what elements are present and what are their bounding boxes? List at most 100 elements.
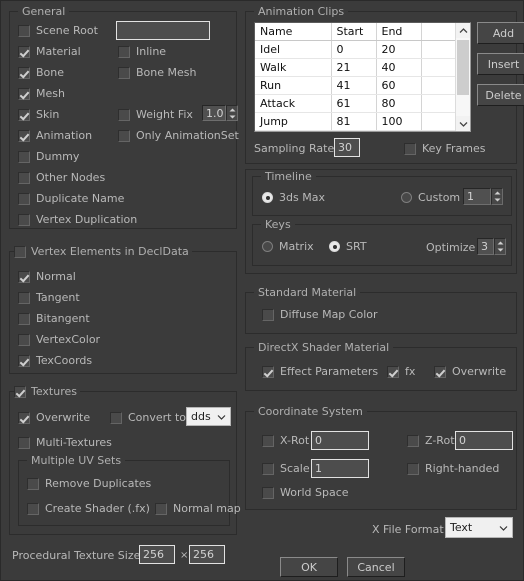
animation-clips-table[interactable]: Name Start End Idel 0 20 Walk 21 40 Run … (254, 22, 471, 132)
table-row[interactable]: Walk 21 40 (255, 58, 455, 77)
column-header-name[interactable]: Name (255, 23, 332, 41)
dimension-separator: × (180, 550, 189, 561)
checkbox-box (155, 502, 167, 515)
cell-end: 80 (376, 94, 422, 113)
animation-clips-group-title: Animation Clips (254, 5, 349, 18)
checkbox-key-frames[interactable]: Key Frames (404, 142, 485, 155)
checkbox-texcoords[interactable]: TexCoords (18, 354, 92, 367)
weight-fix-input[interactable]: 1.0 (202, 105, 226, 121)
table-row[interactable]: Run 41 60 (255, 76, 455, 95)
timeline-group-title: Timeline (261, 170, 316, 183)
checkbox-bone-mesh[interactable]: Bone Mesh (118, 66, 196, 79)
checkbox-label: VertexColor (36, 333, 101, 346)
delete-clip-button[interactable]: Delete (477, 84, 524, 106)
checkbox-box (407, 434, 419, 447)
radio-keys-srt[interactable]: SRT (329, 240, 367, 253)
x-rot-input[interactable]: 0 (311, 431, 369, 450)
scale-value: 1 (315, 462, 322, 475)
checkbox-world-space[interactable]: World Space (262, 486, 349, 499)
radio-timeline-custom[interactable]: Custom (401, 191, 460, 204)
spinner-down-icon[interactable] (227, 113, 237, 120)
checkbox-box[interactable] (14, 385, 26, 398)
checkbox-normal-map[interactable]: Normal map (155, 502, 241, 515)
textures-group: Textures Overwrite Convert to dds Multi-… (9, 385, 241, 535)
scrollbar-thumb[interactable] (457, 40, 469, 95)
checkbox-normal[interactable]: Normal (18, 270, 76, 283)
checkbox-dummy[interactable]: Dummy (18, 150, 79, 163)
spinner-down-icon[interactable] (495, 247, 505, 255)
checkbox-bone[interactable]: Bone (18, 66, 64, 79)
column-header-blank[interactable] (421, 23, 455, 41)
checkbox-duplicate-name[interactable]: Duplicate Name (18, 192, 124, 205)
insert-clip-button[interactable]: Insert (477, 53, 524, 75)
checkbox-z-rot[interactable]: Z-Rot (407, 434, 455, 447)
checkbox-create-shader-fx[interactable]: Create Shader (.fx) (27, 502, 150, 515)
cell-blank (421, 58, 455, 77)
timeline-keys-wrapper: Timeline 3ds Max Custom 1 Keys Matrix SR… (245, 169, 517, 274)
optimize-spinner[interactable] (494, 238, 506, 255)
table-row[interactable]: Idel 0 20 (255, 40, 455, 59)
table-row[interactable]: Attack 61 80 (255, 94, 455, 113)
table-row[interactable]: Jump 81 100 (255, 112, 455, 131)
checkbox-right-handed[interactable]: Right-handed (407, 462, 499, 475)
checkbox-box[interactable] (14, 245, 26, 258)
column-header-start[interactable]: Start (331, 23, 377, 41)
checkbox-multi-textures[interactable]: Multi-Textures (18, 436, 112, 449)
radio-label: Custom (418, 191, 461, 204)
ok-button[interactable]: OK (280, 557, 338, 577)
scene-root-input[interactable] (116, 21, 210, 40)
checkbox-mesh[interactable]: Mesh (18, 87, 65, 100)
column-header-end[interactable]: End (376, 23, 422, 41)
radio-timeline-3dsmax[interactable]: 3ds Max (262, 191, 325, 204)
checkbox-label: X-Rot (280, 434, 310, 447)
procedural-width-input[interactable]: 256 (139, 545, 175, 564)
checkbox-textures-overwrite[interactable]: Overwrite (18, 411, 90, 424)
scroll-down-icon[interactable] (456, 116, 470, 131)
spinner-up-icon[interactable] (495, 239, 505, 247)
checkbox-other-nodes[interactable]: Other Nodes (18, 171, 105, 184)
checkbox-bitangent[interactable]: Bitangent (18, 312, 90, 325)
checkbox-fx[interactable]: fx (387, 365, 415, 378)
checkbox-only-animationset[interactable]: Only AnimationSet (118, 129, 239, 142)
procedural-width-value: 256 (143, 548, 164, 561)
checkbox-remove-duplicates[interactable]: Remove Duplicates (27, 477, 151, 490)
z-rot-input[interactable]: 0 (455, 431, 513, 450)
x-file-format-dropdown[interactable]: Text (445, 517, 513, 538)
checkbox-skin[interactable]: Skin (18, 108, 59, 121)
checkbox-animation[interactable]: Animation (18, 129, 92, 142)
checkbox-scene-root[interactable]: Scene Root (18, 24, 98, 37)
scale-input[interactable]: 1 (311, 459, 369, 478)
timeline-custom-input[interactable]: 1 (463, 188, 491, 205)
convert-format-dropdown[interactable]: dds (186, 407, 231, 426)
checkbox-tangent[interactable]: Tangent (18, 291, 80, 304)
checkbox-weight-fix[interactable]: Weight Fix (118, 108, 193, 121)
checkbox-effect-parameters[interactable]: Effect Parameters (262, 365, 378, 378)
vertex-elements-group-title[interactable]: Vertex Elements in DeclData (14, 245, 192, 258)
optimize-input[interactable]: 3 (477, 238, 494, 255)
spinner-up-icon[interactable] (492, 189, 502, 197)
spinner-up-icon[interactable] (227, 106, 237, 113)
scroll-up-icon[interactable] (456, 23, 470, 38)
textures-group-title[interactable]: Textures (14, 385, 80, 398)
checkbox-diffuse-map-color[interactable]: Diffuse Map Color (262, 308, 378, 321)
spinner-down-icon[interactable] (492, 197, 502, 205)
clips-scrollbar[interactable] (455, 23, 470, 131)
checkbox-convert-to[interactable]: Convert to (110, 411, 186, 424)
checkbox-vertex-duplication[interactable]: Vertex Duplication (18, 213, 137, 226)
weight-fix-spinner[interactable] (226, 105, 238, 121)
checkbox-x-rot[interactable]: X-Rot (262, 434, 309, 447)
cancel-button[interactable]: Cancel (347, 557, 405, 577)
procedural-height-input[interactable]: 256 (189, 545, 225, 564)
sampling-rate-input[interactable]: 30 (334, 138, 360, 157)
timeline-custom-spinner[interactable] (491, 188, 503, 205)
checkbox-material[interactable]: Material (18, 45, 81, 58)
cell-name: Jump (255, 112, 332, 131)
add-clip-button[interactable]: Add (477, 22, 524, 44)
scrollbar-track[interactable] (456, 38, 470, 116)
checkbox-inline[interactable]: Inline (118, 45, 166, 58)
checkbox-vertexcolor[interactable]: VertexColor (18, 333, 100, 346)
checkbox-scale[interactable]: Scale (262, 462, 310, 475)
radio-keys-matrix[interactable]: Matrix (262, 240, 314, 253)
checkbox-dx-overwrite[interactable]: Overwrite (434, 365, 506, 378)
checkbox-label: Inline (136, 45, 167, 58)
